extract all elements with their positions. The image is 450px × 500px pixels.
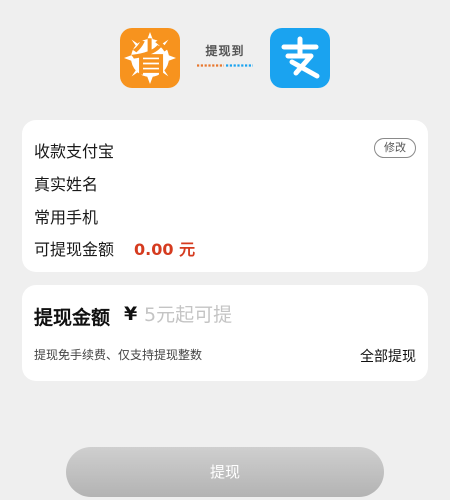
alipay-zhi-glyph-icon (281, 36, 320, 79)
app-logo-icon: 省 (120, 28, 180, 88)
account-label: 收款支付宝 (34, 142, 115, 161)
transfer-dotted-line (197, 64, 253, 67)
available-amount-label: 可提现金额 (34, 240, 115, 259)
phone-label: 常用手机 (34, 208, 99, 227)
withdraw-submit-button[interactable]: 提现 (66, 447, 384, 497)
edit-account-button[interactable]: 修改 (374, 138, 416, 158)
currency-symbol: ¥ (124, 303, 138, 325)
withdraw-amount-input[interactable] (142, 301, 404, 329)
available-amount-value: 0.00 元 (134, 240, 196, 259)
header: 省 提现到 (0, 0, 450, 110)
available-amount-row: 可提现金额 0.00 元 (34, 236, 195, 260)
alipay-logo-icon (270, 28, 330, 88)
transfer-to-label: 提现到 (205, 44, 245, 58)
withdraw-hint: 提现免手续费、仅支持提现整数 (34, 348, 203, 362)
withdraw-amount-title: 提现金额 (34, 307, 111, 329)
app-logo-glyph: 省 (130, 36, 169, 80)
account-info-card: 收款支付宝 修改 真实姓名 常用手机 可提现金额 0.00 元 (22, 120, 428, 272)
real-name-label: 真实姓名 (34, 175, 99, 194)
withdraw-all-button[interactable]: 全部提现 (360, 346, 416, 366)
withdraw-card: 提现金额 ¥ 提现免手续费、仅支持提现整数 全部提现 (22, 285, 428, 381)
